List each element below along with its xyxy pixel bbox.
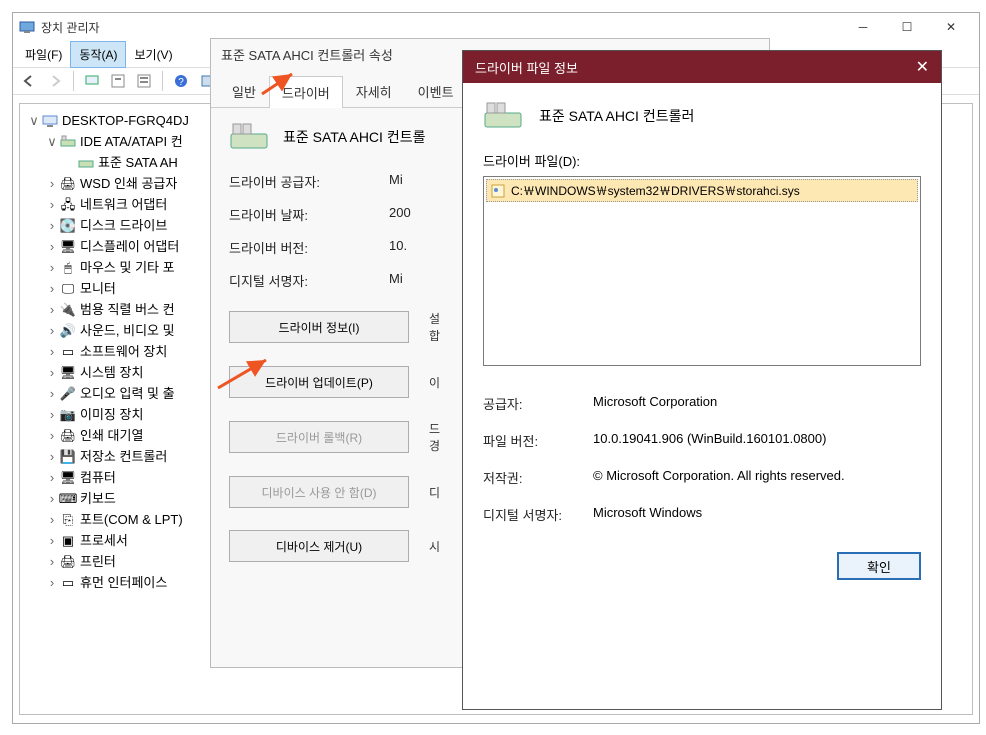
audio-io-icon: 🎤 bbox=[60, 386, 76, 402]
val-date: 200 bbox=[389, 205, 411, 224]
svg-text:?: ? bbox=[178, 77, 184, 88]
keyboard-icon: ⌨ bbox=[60, 491, 76, 507]
minimize-button[interactable]: ─ bbox=[841, 14, 885, 40]
port-icon: ⎘ bbox=[60, 512, 76, 528]
val-provider: Mi bbox=[389, 172, 403, 191]
lbl-signer: 디지털 서명자: bbox=[229, 271, 389, 290]
system-icon: 🖥 bbox=[60, 365, 76, 381]
menu-view[interactable]: 보기(V) bbox=[126, 42, 180, 67]
printer-icon: 🖨 bbox=[60, 554, 76, 570]
driver-file-info-dialog: 드라이버 파일 정보 ✕ 표준 SATA AHCI 컨트롤러 드라이버 파일(D… bbox=[462, 50, 942, 710]
val-file-signer: Microsoft Windows bbox=[593, 505, 702, 524]
lbl-provider: 드라이버 공급자: bbox=[229, 172, 389, 191]
tab-events[interactable]: 이벤트 bbox=[405, 75, 467, 107]
print-queue-icon: 🖨 bbox=[60, 428, 76, 444]
controller-icon bbox=[60, 134, 76, 150]
printer-icon: 🖨 bbox=[60, 176, 76, 192]
network-icon: 🖧 bbox=[60, 197, 76, 213]
lbl-date: 드라이버 날짜: bbox=[229, 205, 389, 224]
val-signer: Mi bbox=[389, 271, 403, 290]
device-remove-desc: 시 bbox=[429, 538, 440, 555]
tab-details[interactable]: 자세히 bbox=[343, 75, 405, 107]
ok-button[interactable]: 확인 bbox=[837, 552, 921, 580]
tb-computer-icon[interactable] bbox=[80, 69, 104, 93]
val-version: 10. bbox=[389, 238, 407, 257]
tree-root-label: DESKTOP-FGRQ4DJ bbox=[62, 110, 189, 131]
computer-icon: 🖥 bbox=[60, 470, 76, 486]
drvinfo-titlebar: 드라이버 파일 정보 ✕ bbox=[463, 51, 941, 83]
driver-files-label: 드라이버 파일(D): bbox=[483, 151, 921, 170]
drvinfo-title: 드라이버 파일 정보 bbox=[475, 58, 578, 77]
controller-icon bbox=[229, 122, 269, 152]
mouse-icon: 🖱 bbox=[60, 260, 76, 276]
tb-help-icon[interactable]: ? bbox=[169, 69, 193, 93]
val-file-version: 10.0.19041.906 (WinBuild.160101.0800) bbox=[593, 431, 826, 450]
driver-files-list[interactable]: C:￦WINDOWS￦system32￦DRIVERS￦storahci.sys bbox=[483, 176, 921, 366]
devmgr-titlebar: 장치 관리자 ─ ☐ ✕ bbox=[13, 13, 979, 41]
close-icon[interactable]: ✕ bbox=[916, 57, 929, 77]
tab-driver[interactable]: 드라이버 bbox=[269, 76, 343, 108]
lbl-file-provider: 공급자: bbox=[483, 394, 593, 413]
driver-info-button[interactable]: 드라이버 정보(I) bbox=[229, 311, 409, 343]
driver-file-item[interactable]: C:￦WINDOWS￦system32￦DRIVERS￦storahci.sys bbox=[486, 179, 918, 202]
forward-button[interactable] bbox=[43, 69, 67, 93]
driver-info-desc: 설 합 bbox=[429, 310, 440, 344]
devmgr-title: 장치 관리자 bbox=[41, 19, 841, 36]
controller-icon bbox=[78, 155, 94, 171]
props-device-name: 표준 SATA AHCI 컨트롤 bbox=[283, 127, 425, 147]
val-file-copyright: © Microsoft Corporation. All rights rese… bbox=[593, 468, 845, 487]
lbl-file-signer: 디지털 서명자: bbox=[483, 505, 593, 524]
lbl-version: 드라이버 버전: bbox=[229, 238, 389, 257]
props-title: 표준 SATA AHCI 컨트롤러 속성 bbox=[221, 45, 393, 64]
tb-properties-icon[interactable] bbox=[132, 69, 156, 93]
maximize-button[interactable]: ☐ bbox=[885, 14, 929, 40]
driver-rollback-button[interactable]: 드라이버 롤백(R) bbox=[229, 421, 409, 453]
hid-icon: ▭ bbox=[60, 575, 76, 591]
driver-rollback-desc: 드 경 bbox=[429, 420, 440, 454]
cpu-icon: ▣ bbox=[60, 533, 76, 549]
driver-file-path: C:￦WINDOWS￦system32￦DRIVERS￦storahci.sys bbox=[511, 182, 800, 199]
storage-icon: 💾 bbox=[60, 449, 76, 465]
file-icon bbox=[491, 184, 505, 198]
device-remove-button[interactable]: 디바이스 제거(U) bbox=[229, 530, 409, 562]
driver-update-button[interactable]: 드라이버 업데이트(P) bbox=[229, 366, 409, 398]
menu-file[interactable]: 파일(F) bbox=[17, 42, 70, 67]
driver-update-desc: 이 bbox=[429, 374, 440, 391]
lbl-file-copyright: 저작권: bbox=[483, 468, 593, 487]
audio-icon: 🔊 bbox=[60, 323, 76, 339]
computer-icon bbox=[42, 113, 58, 129]
devmgr-icon bbox=[19, 19, 35, 35]
disk-icon: 💽 bbox=[60, 218, 76, 234]
imaging-icon: 📷 bbox=[60, 407, 76, 423]
close-button[interactable]: ✕ bbox=[929, 14, 973, 40]
monitor-icon: 🖵 bbox=[60, 281, 76, 297]
controller-icon bbox=[483, 101, 523, 131]
window-controls: ─ ☐ ✕ bbox=[841, 14, 973, 40]
tree-sata-label: 표준 SATA AH bbox=[98, 152, 178, 173]
drvinfo-device-name: 표준 SATA AHCI 컨트롤러 bbox=[539, 106, 694, 126]
display-icon: 🖥 bbox=[60, 239, 76, 255]
menu-action[interactable]: 동작(A) bbox=[70, 41, 126, 68]
back-button[interactable] bbox=[17, 69, 41, 93]
val-file-provider: Microsoft Corporation bbox=[593, 394, 717, 413]
software-icon: ▭ bbox=[60, 344, 76, 360]
tree-ide-label: IDE ATA/ATAPI 컨 bbox=[80, 131, 183, 152]
usb-icon: 🔌 bbox=[60, 302, 76, 318]
tree-sata-device[interactable]: 표준 SATA AH bbox=[64, 152, 178, 173]
device-disable-desc: 디 bbox=[429, 484, 440, 501]
tab-general[interactable]: 일반 bbox=[219, 75, 269, 107]
tb-scan-icon[interactable] bbox=[106, 69, 130, 93]
lbl-file-version: 파일 버전: bbox=[483, 431, 593, 450]
device-disable-button[interactable]: 디바이스 사용 안 함(D) bbox=[229, 476, 409, 508]
